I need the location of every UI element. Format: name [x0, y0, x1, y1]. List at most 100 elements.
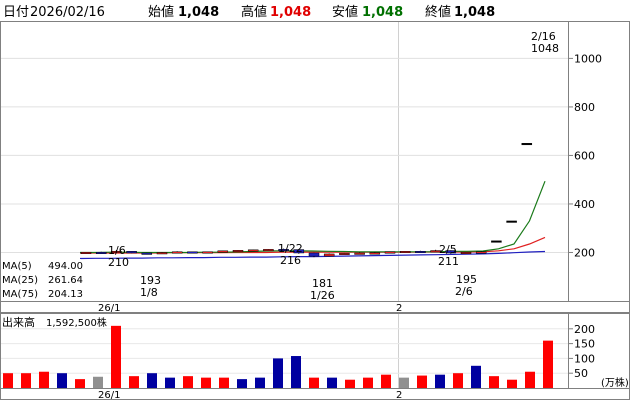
candle-body [156, 252, 168, 255]
volume-bar [3, 373, 13, 388]
high-label: 高値 [241, 4, 267, 20]
ma25-value: 261.64 [48, 275, 83, 286]
volume-bar [111, 325, 121, 388]
price-tick-label: 1000 [574, 52, 602, 65]
price-tick-label: 200 [574, 246, 595, 259]
candle-body [354, 252, 365, 255]
ma25-label: MA(25) [2, 275, 38, 286]
volume-x-axis-strip [0, 388, 630, 400]
close-value: 1,048 [454, 5, 495, 20]
ma5-label: MA(5) [2, 261, 32, 272]
candle-body [232, 250, 244, 253]
annotation-value-5: 211 [438, 255, 459, 268]
candle-body [491, 240, 502, 243]
open-label: 始値 [148, 4, 174, 20]
volume-bar [489, 376, 499, 388]
volume-bar [147, 373, 157, 388]
candle-body [141, 252, 153, 255]
price-header: 日付 2026/02/16 始値 1,048 高値 1,048 安値 1,048… [3, 4, 495, 20]
x-label-feb: 2 [396, 303, 402, 314]
close-label: 終値 [425, 4, 451, 20]
volume-bar [21, 373, 31, 388]
ma-legend: MA(5) 494.00 MA(25) 261.64 MA(75) 204.13 [1, 259, 83, 301]
date-value: 2026/02/16 [30, 5, 105, 20]
volume-unit: (万株) [601, 376, 629, 389]
stock-chart: 日付 2026/02/16 始値 1,048 高値 1,048 安値 1,048… [0, 4, 630, 400]
price-tick-label: 600 [574, 149, 595, 162]
volume-bar [57, 373, 67, 388]
volume-bar [543, 340, 553, 388]
volume-bar [471, 365, 481, 388]
volume-bar [219, 377, 229, 388]
x-axis-strip [0, 301, 630, 313]
candle-body [369, 252, 381, 255]
volume-bar [435, 374, 445, 388]
ma5-value: 494.00 [48, 261, 83, 272]
volume-bar [363, 377, 373, 388]
volume-label: 出来高 [2, 315, 35, 329]
volume-bar [201, 377, 211, 388]
volume-bar [417, 375, 427, 388]
annotation-value-3: 216 [280, 254, 301, 267]
volume-tick-label: 100 [574, 352, 595, 365]
x-label-jan: 26/1 [98, 303, 120, 314]
candle-body [475, 251, 487, 254]
ma75-label: MA(75) [2, 289, 38, 300]
volume-bar [327, 377, 337, 388]
candle-body [171, 251, 183, 254]
candle-body [308, 252, 320, 257]
annotation-value-7: 1048 [531, 42, 559, 55]
volume-bar [381, 374, 391, 388]
low-value: 1,048 [362, 5, 403, 20]
candle-body [339, 252, 350, 255]
volume-bar [255, 377, 265, 388]
volume-bar [453, 373, 463, 388]
candle-body [217, 250, 229, 253]
volume-bar [75, 379, 85, 388]
volume-bar [39, 371, 49, 388]
volume-total: 1,592,500株 [46, 316, 107, 329]
volume-bar [237, 379, 247, 388]
annotation-date-2: 1/8 [140, 286, 158, 299]
price-tick-label: 800 [574, 101, 595, 114]
date-label: 日付 [3, 5, 29, 20]
candle-body [460, 251, 472, 254]
volume-bar [273, 358, 283, 388]
volume-bar [291, 356, 301, 388]
volume-bar [183, 376, 193, 388]
candle-body [521, 143, 533, 146]
candle-body [399, 251, 411, 254]
annotation-value-1: 210 [108, 256, 129, 269]
volume-bar [399, 377, 409, 388]
candle-body [187, 251, 198, 254]
candle-body [384, 251, 396, 254]
volume-x-label-feb: 2 [396, 390, 402, 400]
volume-bar [165, 377, 175, 388]
candle-body [263, 249, 274, 252]
candle-body [247, 249, 259, 252]
candle-body [80, 251, 92, 254]
candle-body [323, 253, 335, 257]
volume-bar [345, 379, 355, 388]
candle-body [202, 251, 213, 254]
ma75-value: 204.13 [48, 289, 83, 300]
volume-bar [129, 376, 139, 388]
volume-x-label-jan: 26/1 [98, 390, 120, 400]
candle-body [126, 251, 137, 254]
volume-bar [93, 376, 103, 388]
annotation-date-4: 1/26 [310, 289, 335, 302]
volume-tick-label: 150 [574, 338, 595, 351]
volume-bar [507, 379, 517, 388]
candle-body [415, 251, 426, 254]
price-panel [0, 21, 630, 302]
volume-bar [525, 371, 535, 388]
volume-tick-label: 200 [574, 323, 595, 336]
open-value: 1,048 [178, 5, 219, 20]
high-value: 1,048 [270, 5, 311, 20]
volume-bar [309, 377, 319, 388]
low-label: 安値 [332, 4, 358, 20]
volume-tick-label: 50 [574, 367, 588, 380]
candle-body [506, 220, 517, 223]
annotation-date-6: 2/6 [455, 285, 473, 298]
candle-body [95, 251, 107, 254]
